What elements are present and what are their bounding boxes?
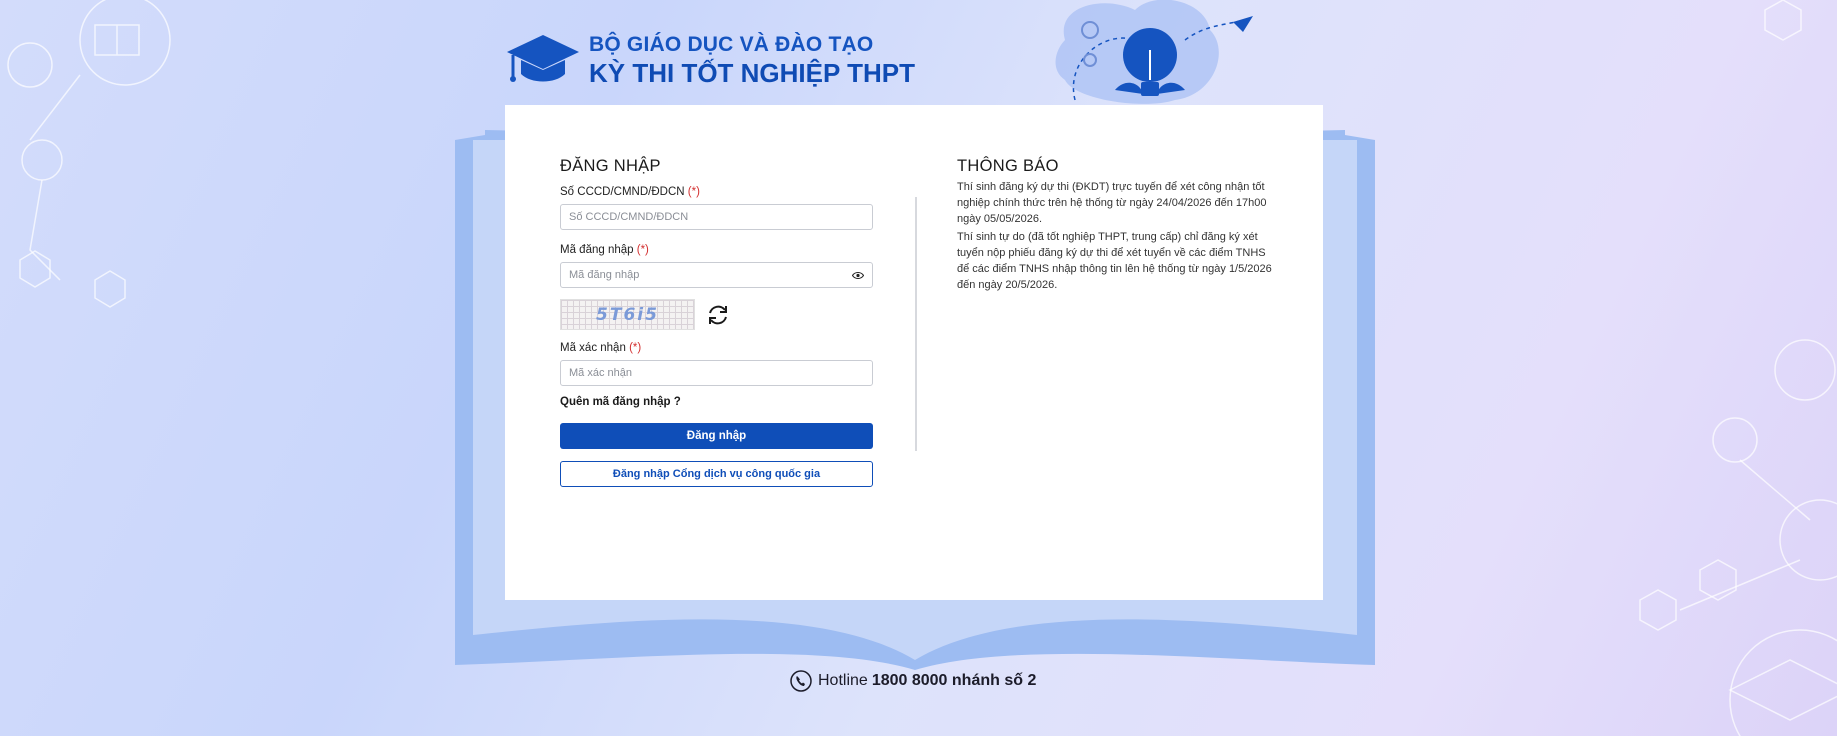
required-mark: (*) — [629, 342, 642, 354]
captcha-image: 5T6i5 — [560, 299, 695, 330]
graduation-cap-icon — [507, 35, 579, 82]
login-title: ĐĂNG NHẬP — [560, 157, 661, 175]
notice-paragraph: Thí sinh tự do (đã tốt nghiệp THPT, trun… — [957, 231, 1272, 291]
refresh-icon[interactable] — [705, 302, 731, 328]
notice-title: THÔNG BÁO — [957, 157, 1059, 175]
phone-icon — [790, 670, 812, 692]
ministry-name: BỘ GIÁO DỤC VÀ ĐÀO TẠO — [589, 33, 874, 56]
login-code-placeholder: Mã đăng nhập — [569, 269, 640, 281]
login-panel: ĐĂNG NHẬP Số CCCD/CMND/ĐDCN (*) Số CCCD/… — [560, 157, 873, 487]
eye-icon[interactable] — [852, 271, 864, 280]
login-code-label: Mã đăng nhập (*) — [560, 244, 873, 256]
hotline-label: Hotline — [818, 672, 868, 689]
verify-code-label: Mã xác nhận (*) — [560, 342, 873, 354]
notice-panel: THÔNG BÁO Thí sinh đăng ký dự thi (ĐKDT)… — [957, 157, 1272, 293]
site-header: BỘ GIÁO DỤC VÀ ĐÀO TẠO KỲ THI TỐT NGHIỆP… — [505, 30, 915, 90]
captcha-text: 5T6i5 — [596, 304, 659, 325]
login-code-input[interactable]: Mã đăng nhập — [560, 262, 873, 288]
captcha-row: 5T6i5 — [560, 299, 873, 330]
id-number-input[interactable]: Số CCCD/CMND/ĐDCN — [560, 204, 873, 230]
exam-title: KỲ THI TỐT NGHIỆP THPT — [589, 58, 915, 88]
hotline: Hotline 1800 8000 nhánh số 2 — [790, 670, 1036, 692]
hotline-number[interactable]: 1800 8000 nhánh số 2 — [872, 672, 1037, 690]
id-number-placeholder: Số CCCD/CMND/ĐDCN — [569, 211, 689, 223]
login-code-label-text: Mã đăng nhập — [560, 244, 634, 256]
verify-code-input[interactable]: Mã xác nhận — [560, 360, 873, 386]
required-mark: (*) — [636, 244, 649, 256]
national-portal-login-button[interactable]: Đăng nhập Cổng dịch vụ công quốc gia — [560, 461, 873, 487]
panel-divider — [915, 197, 917, 451]
forgot-code-link[interactable]: Quên mã đăng nhập ? — [560, 396, 873, 408]
required-mark: (*) — [687, 186, 700, 198]
verify-code-placeholder: Mã xác nhận — [569, 367, 632, 379]
lightbulb-icon — [1055, 0, 1253, 104]
id-number-label: Số CCCD/CMND/ĐDCN (*) — [560, 186, 873, 198]
login-button[interactable]: Đăng nhập — [560, 423, 873, 449]
verify-code-label-text: Mã xác nhận — [560, 342, 626, 354]
id-number-label-text: Số CCCD/CMND/ĐDCN — [560, 186, 685, 198]
notice-paragraph: Thí sinh đăng ký dự thi (ĐKDT) trực tuyế… — [957, 181, 1267, 225]
